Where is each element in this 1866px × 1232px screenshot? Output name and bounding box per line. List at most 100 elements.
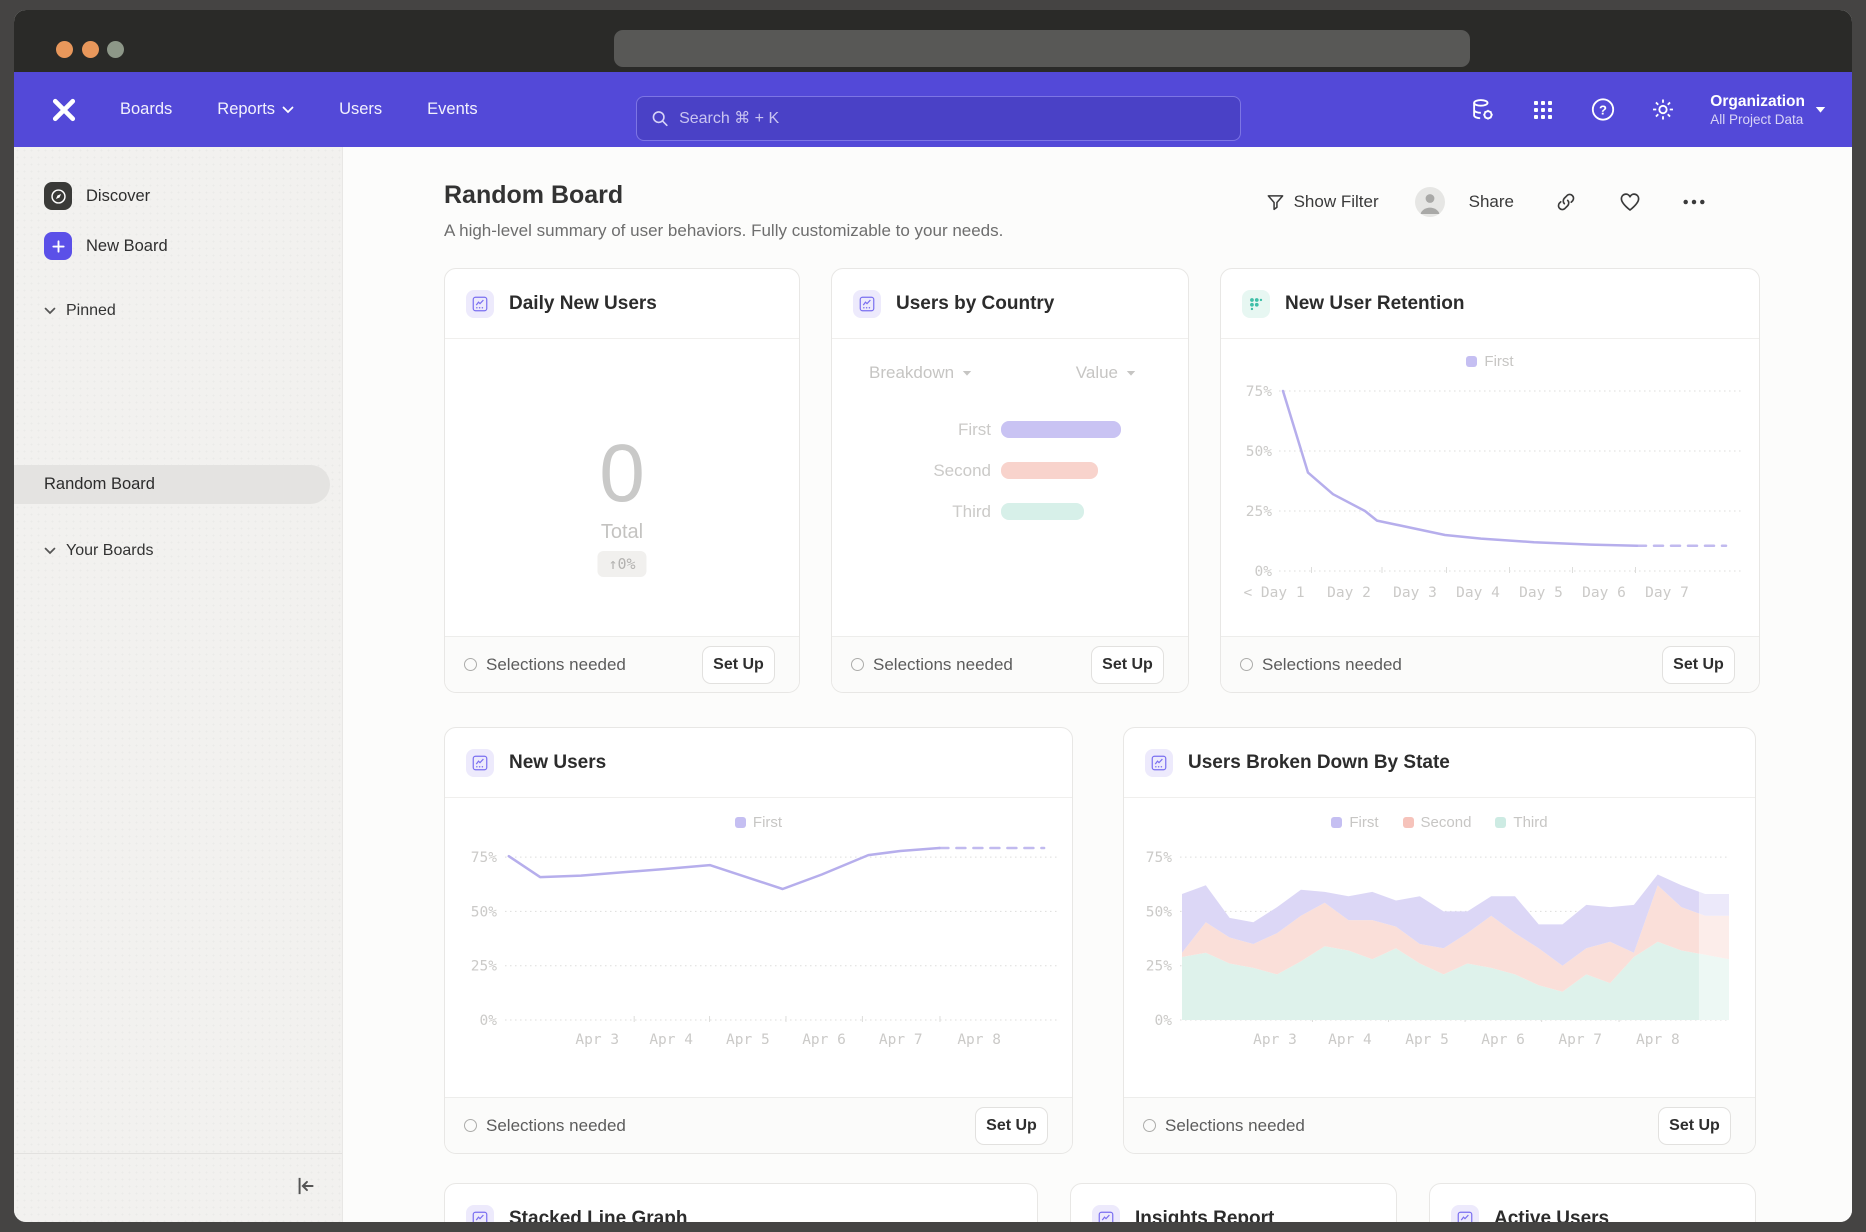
nav-item-events[interactable]: Events [427,100,477,119]
address-bar[interactable] [614,30,1470,67]
card-header: Daily New Users [445,269,799,339]
sidebar: Discover New Board Pinned Random Board [14,147,343,1222]
set-up-button[interactable]: Set Up [1091,646,1164,684]
svg-text:Apr 4: Apr 4 [1328,1032,1372,1048]
org-scope: All Project Data [1710,112,1805,127]
svg-text:Day 3: Day 3 [1393,585,1437,601]
sidebar-item-label: Discover [86,187,150,206]
value-dropdown[interactable]: Value [1076,363,1136,383]
svg-text:0%: 0% [1155,1013,1173,1029]
breakdown-dropdown[interactable]: Breakdown [869,363,972,383]
breakdown-bar[interactable] [1001,462,1098,479]
card-header: Users by Country [832,269,1188,339]
svg-text:Apr 8: Apr 8 [1636,1032,1680,1048]
nav-item-reports[interactable]: Reports [217,100,294,119]
sidebar-item-new-board[interactable]: New Board [44,232,168,260]
svg-text:Apr 5: Apr 5 [1405,1032,1449,1048]
breakdown-bar[interactable] [1001,503,1084,520]
org-name: Organization [1710,92,1805,111]
sidebar-section-your-boards[interactable]: Your Boards [44,542,153,560]
svg-text:Apr 8: Apr 8 [957,1032,1001,1048]
breakdown-row-label: Second [832,461,991,481]
retention-grid-icon [1242,290,1270,318]
favorite-heart-icon[interactable] [1618,190,1642,214]
compass-icon [44,182,72,210]
card-footer: Selections needed Set Up [832,636,1188,692]
card-header: Active Users [1430,1184,1755,1222]
set-up-button[interactable]: Set Up [1658,1107,1731,1145]
show-filter-button[interactable]: Show Filter [1266,192,1379,212]
settings-gear-icon[interactable] [1650,97,1676,123]
plus-icon [44,232,72,260]
sidebar-section-pinned[interactable]: Pinned [44,302,116,320]
org-switcher[interactable]: Organization All Project Data [1710,92,1826,126]
retention-line-chart[interactable]: 75%50%25%0%< Day 1Day 2Day 3Day 4Day 5Da… [1221,339,1760,638]
card-new-users: New Users First 75%50%25%0%Apr 3Apr 4Apr… [444,727,1073,1154]
search-icon [651,109,669,128]
apps-grid-icon[interactable] [1530,97,1556,123]
search-input[interactable] [679,110,1226,128]
copy-link-icon[interactable] [1554,190,1578,214]
card-header: New Users [445,728,1072,798]
card-insights-report: Insights Report [1070,1183,1397,1222]
new-users-line-chart[interactable]: 75%50%25%0%Apr 3Apr 4Apr 5Apr 6Apr 7Apr … [445,798,1073,1098]
nav-item-label: Users [339,100,382,119]
status-circle-icon [1143,1119,1156,1132]
window-minimize-button[interactable] [82,41,99,58]
nav-item-users[interactable]: Users [339,100,382,119]
help-icon[interactable]: ? [1590,97,1616,123]
line-chart-icon [466,749,494,777]
status-text: Selections needed [873,655,1013,675]
status-circle-icon [464,1119,477,1132]
nav-item-boards[interactable]: Boards [120,100,172,119]
card-title: Insights Report [1135,1208,1274,1223]
line-chart-icon [466,1205,494,1223]
data-management-icon[interactable] [1470,97,1496,123]
collapse-sidebar-icon[interactable] [292,1173,318,1199]
metric-label: Total [445,521,799,544]
svg-text:25%: 25% [1146,959,1172,975]
status-circle-icon [464,658,477,671]
svg-text:25%: 25% [471,959,497,975]
more-options-icon[interactable] [1682,190,1706,214]
show-filter-label: Show Filter [1294,192,1379,212]
sidebar-item-discover[interactable]: Discover [44,182,150,210]
status-text: Selections needed [486,655,626,675]
svg-text:Apr 5: Apr 5 [726,1032,770,1048]
window-titlebar [14,10,1852,72]
mixpanel-logo-icon[interactable] [50,95,80,125]
card-title: Active Users [1494,1208,1609,1223]
svg-text:Day 5: Day 5 [1519,585,1563,601]
sidebar-item-random-board[interactable]: Random Board [14,465,330,504]
avatar[interactable] [1415,187,1445,217]
breakdown-bar[interactable] [1001,421,1121,438]
set-up-button[interactable]: Set Up [702,646,775,684]
breakdown-row: Third [832,491,1188,532]
card-title: Users by Country [896,293,1054,315]
state-stacked-area-chart[interactable]: 75%50%25%0%Apr 3Apr 4Apr 5Apr 6Apr 7Apr … [1124,798,1756,1098]
svg-text:0%: 0% [480,1013,498,1029]
card-users-by-country: Users by Country Breakdown Value FirstSe… [831,268,1189,693]
card-new-user-retention: New User Retention First 75%50%25%0%< Da… [1220,268,1760,693]
nav-item-label: Boards [120,100,172,119]
metric-value: 0 [445,427,799,521]
set-up-button[interactable]: Set Up [1662,646,1735,684]
svg-text:Apr 7: Apr 7 [1558,1032,1602,1048]
svg-text:< Day 1: < Day 1 [1243,585,1304,601]
status-text: Selections needed [1165,1116,1305,1136]
global-search[interactable] [636,96,1241,141]
window-zoom-button[interactable] [107,41,124,58]
set-up-button[interactable]: Set Up [975,1107,1048,1145]
svg-text:Apr 6: Apr 6 [1481,1032,1525,1048]
window-close-button[interactable] [56,41,73,58]
card-active-users: Active Users [1429,1183,1756,1222]
svg-text:Day 2: Day 2 [1327,585,1371,601]
app-window: Boards Reports Users Events [14,10,1852,1222]
share-button[interactable]: Share [1469,192,1514,212]
card-footer: Selections needed Set Up [445,1097,1072,1153]
svg-text:Apr 4: Apr 4 [649,1032,693,1048]
status-text: Selections needed [1262,655,1402,675]
line-chart-icon [1092,1205,1120,1223]
breakdown-row-label: Third [832,502,991,522]
chevron-down-icon [44,547,56,555]
